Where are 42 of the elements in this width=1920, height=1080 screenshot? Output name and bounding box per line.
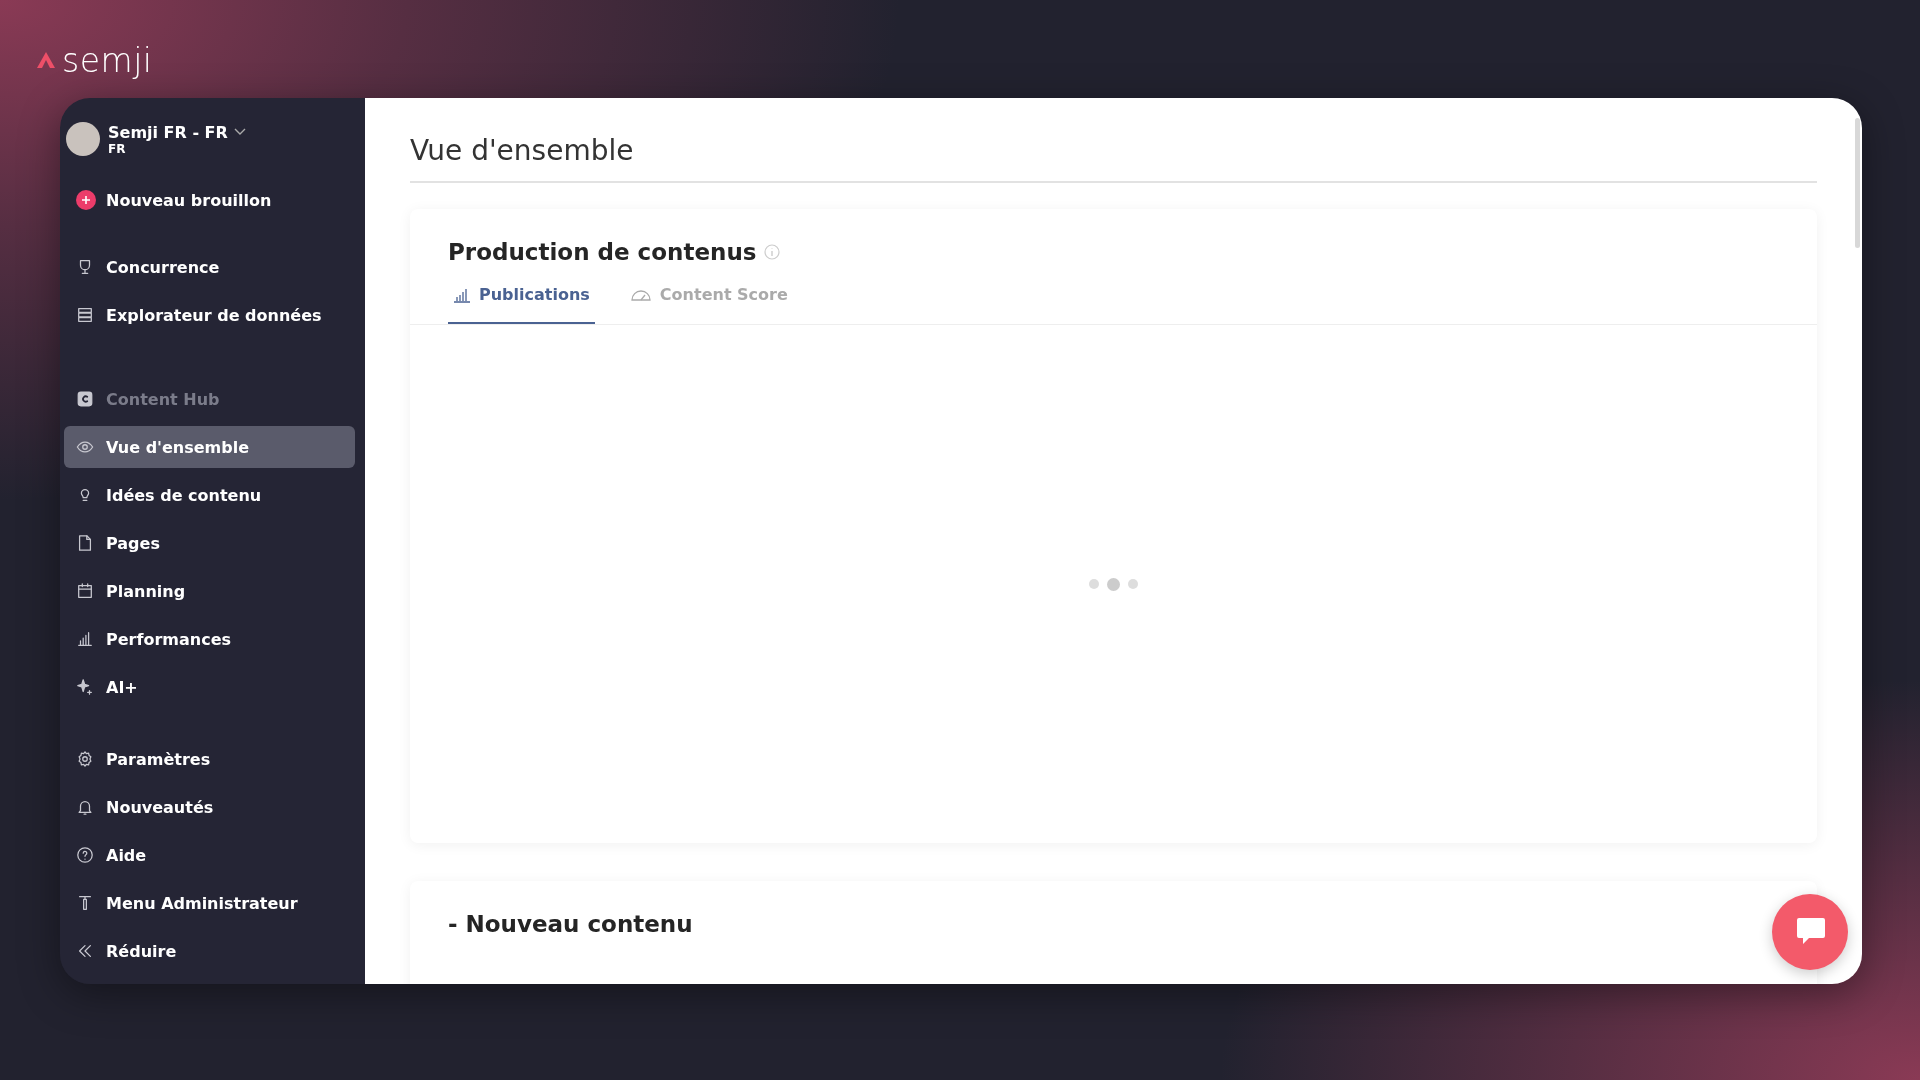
help-icon [76, 846, 94, 864]
sidebar-item[interactable]: Idées de contenu [64, 474, 355, 516]
eye-icon [76, 438, 94, 456]
logo-text: semji [62, 40, 153, 80]
bar-chart-icon [76, 630, 94, 648]
plus-icon [76, 190, 96, 210]
section-label: Content Hub [106, 389, 220, 409]
bar-chart-icon [453, 286, 471, 303]
document-icon [76, 534, 94, 552]
sidebar-item[interactable]: AI+ [64, 666, 355, 708]
workspace-name[interactable]: Semji FR - FR [108, 122, 228, 142]
page-title: Vue d'ensemble [410, 134, 1817, 183]
tab[interactable]: Publications [448, 277, 595, 324]
chevron-down-icon[interactable] [233, 128, 246, 136]
calendar-icon [76, 582, 94, 600]
sidebar-item[interactable]: Concurrence [64, 246, 355, 288]
sparkle-icon [76, 678, 94, 696]
loading-indicator [1089, 577, 1138, 591]
sidebar-item[interactable]: Pages [64, 522, 355, 564]
sidebar-item[interactable]: Performances [64, 618, 355, 660]
bell-icon [76, 798, 94, 816]
new-draft-button[interactable]: Nouveau brouillon [64, 180, 355, 220]
workspace-language: FR [108, 141, 127, 156]
settings-icon [76, 750, 94, 768]
letter-c-icon [76, 390, 94, 408]
chat-button[interactable] [1772, 894, 1848, 970]
sidebar-item[interactable]: Nouveautés [64, 786, 355, 828]
sidebar-item[interactable]: Aide [64, 834, 355, 876]
sidebar-item[interactable]: Planning [64, 570, 355, 612]
logo-mark-icon [36, 51, 56, 69]
card-title: - Nouveau contenu [448, 911, 694, 937]
hammer-icon [76, 894, 94, 912]
sidebar-item[interactable]: Paramètres [64, 738, 355, 780]
card-title: Production de contenus [448, 239, 757, 265]
scrollbar[interactable] [1855, 118, 1860, 248]
sidebar-item[interactable]: Vue d'ensemble [64, 426, 355, 468]
list-icon [76, 306, 94, 324]
double-chevron-icon [76, 942, 94, 960]
sidebar-item[interactable]: Réduire [64, 930, 355, 972]
avatar [66, 122, 100, 156]
sidebar-item[interactable]: Menu Administrateur [64, 882, 355, 924]
sidebar-item[interactable]: Explorateur de données [64, 294, 355, 336]
